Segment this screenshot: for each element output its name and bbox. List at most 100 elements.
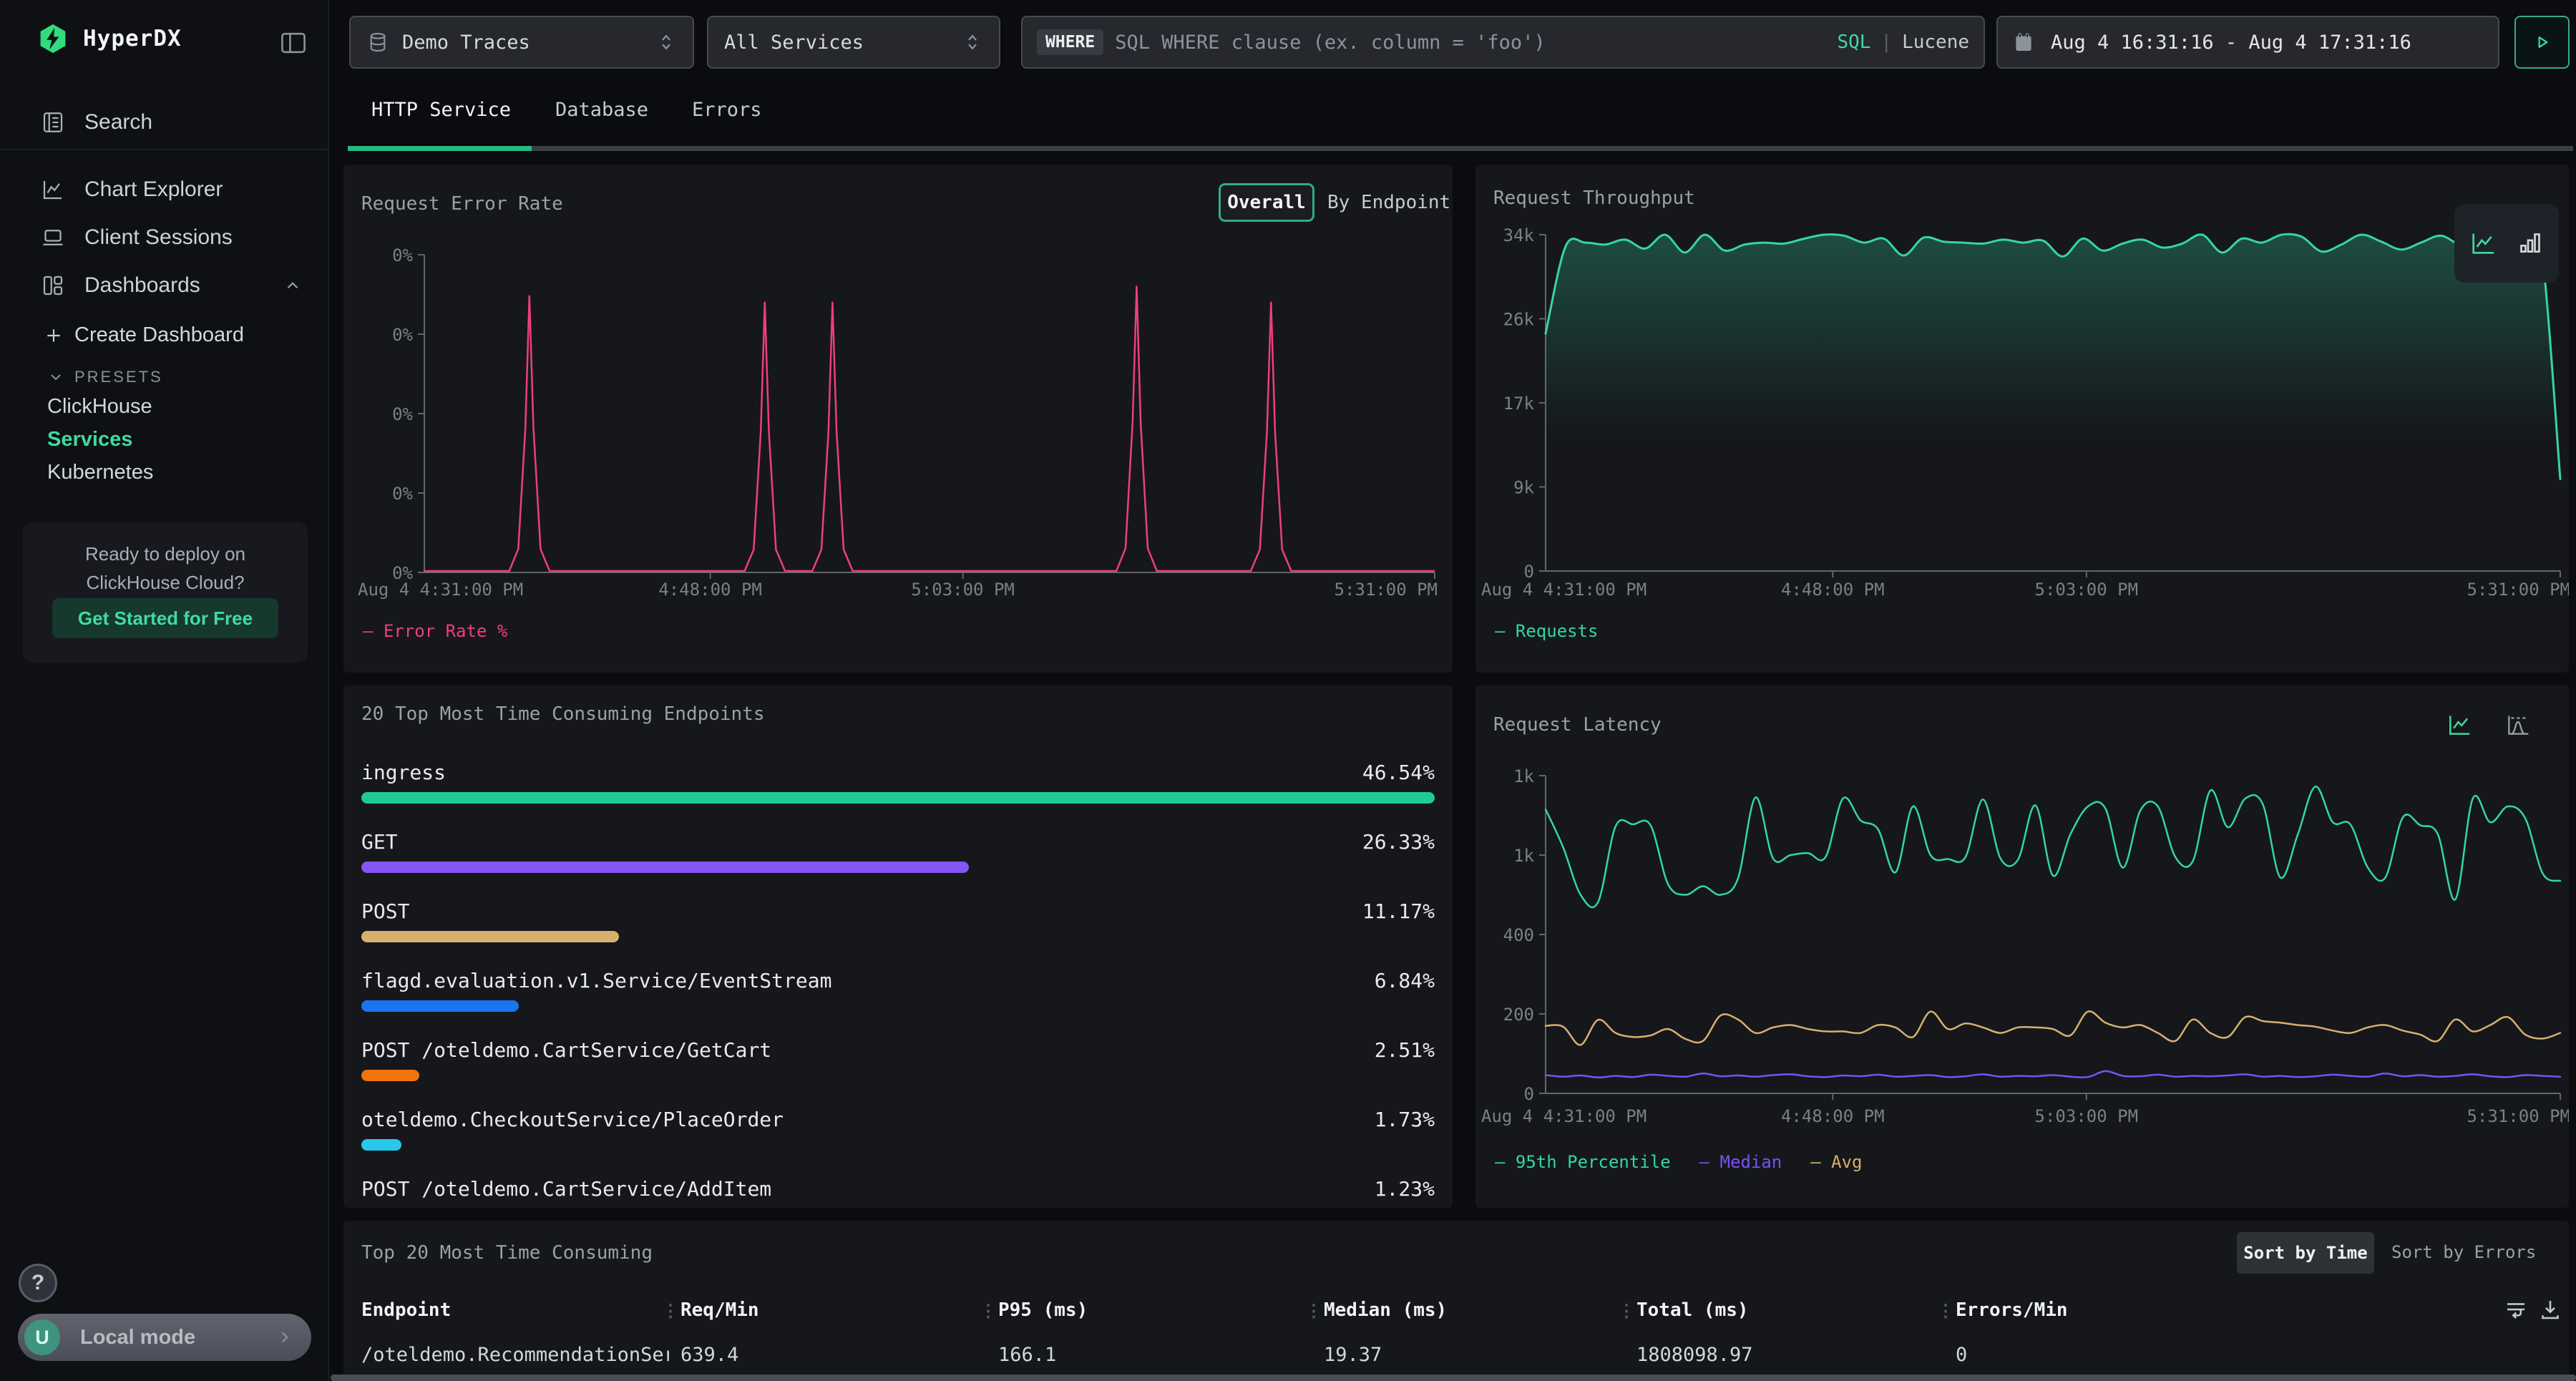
download-icon[interactable] [2537,1297,2563,1322]
column-header-endpoint[interactable]: Endpoint [361,1299,451,1321]
endpoint-label: ingress [361,761,446,784]
column-header-median[interactable]: Median (ms) [1324,1299,1447,1321]
svg-text:1k: 1k [1513,846,1534,866]
sidebar-item-kubernetes[interactable]: Kubernetes [47,461,153,484]
svg-text:34k: 34k [1503,225,1535,245]
endpoint-row[interactable]: GET26.33% [361,829,1435,873]
sidebar-item-label: Search [84,110,152,135]
table-cell-median: 19.37 [1324,1344,1382,1366]
bar-chart-icon[interactable] [2516,229,2545,258]
request-latency-panel: Request Latency 1k1k4002000Aug 4 4:31:00… [1475,685,2569,1208]
endpoint-label: flagd.evaluation.v1.Service/EventStream [361,969,831,992]
logo-text: HyperDX [83,26,182,52]
svg-text:Aug 4 4:31:00 PM: Aug 4 4:31:00 PM [1481,580,1646,600]
svg-text:5:03:00 PM: 5:03:00 PM [911,580,1015,600]
help-button[interactable]: ? [19,1264,57,1302]
sidebar-collapse-icon[interactable] [278,27,309,59]
endpoint-percentage: 46.54% [1362,761,1435,784]
legend-item[interactable]: — Median [1699,1152,1782,1172]
sidebar-item-chart-explorer[interactable]: Chart Explorer [0,172,329,208]
hyperdx-logo-icon [37,23,69,54]
column-header-total[interactable]: Total (ms) [1636,1299,1749,1321]
svg-text:4:48:00 PM: 4:48:00 PM [658,580,761,600]
legend-item[interactable]: — Error Rate % [363,621,507,641]
endpoint-row[interactable]: flagd.evaluation.v1.Service/EventStream 6… [361,967,1435,1012]
endpoint-label: POST /oteldemo.CartService/GetCart [361,1038,771,1062]
svg-text:26k: 26k [1503,310,1535,330]
svg-text:0%: 0% [392,404,413,424]
tab-errors[interactable]: Errors [692,99,762,121]
legend-item[interactable]: — 95th Percentile [1495,1152,1671,1172]
tab-database[interactable]: Database [555,99,648,121]
sidebar-item-label: Chart Explorer [84,177,223,202]
lucene-toggle[interactable]: Lucene [1902,31,1969,53]
select-chevrons-icon [655,31,677,53]
sidebar-item-dashboards[interactable]: Dashboards [0,268,329,303]
throughput-chart[interactable]: 34k26k17k9k0Aug 4 4:31:00 PM4:48:00 PM5:… [1475,165,2569,673]
source-select[interactable]: Demo Traces [349,16,694,69]
service-select[interactable]: All Services [707,16,1000,69]
clickhouse-cloud-promo: Ready to deploy on ClickHouse Cloud? Get… [23,522,308,663]
logo[interactable]: HyperDX [37,23,182,54]
endpoint-bar [361,1139,401,1151]
tab-divider [532,146,2573,151]
svg-text:0%: 0% [392,484,413,504]
time-range-picker[interactable]: Aug 4 16:31:16 - Aug 4 17:31:16 [1996,16,2499,69]
table-cell-errors-min: 0 [1956,1344,1967,1366]
endpoint-row[interactable]: ingress 46.54% [361,759,1435,804]
sidebar-item-label: Client Sessions [84,225,233,250]
endpoint-row[interactable]: oteldemo.CheckoutService/PlaceOrder1.73% [361,1106,1435,1151]
chevron-right-icon [275,1328,294,1347]
line-chart-icon[interactable] [2469,229,2497,258]
svg-text:5:03:00 PM: 5:03:00 PM [2035,580,2139,600]
sql-toggle[interactable]: SQL [1837,31,1870,53]
service-select-value: All Services [724,31,864,54]
where-clause-searchbar[interactable]: WHERE SQL | Lucene [1021,16,1985,69]
endpoint-row[interactable]: POST /oteldemo.CartService/AddItem1.23% [361,1176,1435,1208]
search-input[interactable] [1115,31,1837,54]
panel-title: 20 Top Most Time Consuming Endpoints [361,703,1435,725]
latency-chart[interactable]: 1k1k4002000Aug 4 4:31:00 PM4:48:00 PM5:0… [1475,685,2569,1208]
user-mode-label: Local mode [80,1326,195,1350]
column-header-p95[interactable]: P95 (ms) [998,1299,1088,1321]
top-endpoints-panel: 20 Top Most Time Consuming Endpoints ing… [343,685,1453,1208]
sidebar: HyperDX Search Chart Explorer Clie [0,0,329,1381]
presets-toggle[interactable]: PRESETS [47,368,163,386]
calendar-icon [2012,31,2035,54]
column-header-req-min[interactable]: Req/Min [680,1299,759,1321]
run-query-button[interactable] [2514,16,2570,69]
endpoint-percentage: 1.23% [1375,1177,1435,1201]
svg-text:0: 0 [1524,562,1534,582]
sidebar-item-client-sessions[interactable]: Client Sessions [0,220,329,255]
sort-by-errors-button[interactable]: Sort by Errors [2391,1242,2536,1262]
user-menu[interactable]: U Local mode [18,1314,311,1361]
sidebar-item-clickhouse[interactable]: ClickHouse [47,395,152,419]
chevron-down-icon [47,369,64,386]
sidebar-item-services[interactable]: Services [47,428,132,452]
request-throughput-panel: Request Throughput 34k26k17k9k0Aug 4 4:3… [1475,165,2569,673]
horizontal-scrollbar[interactable] [331,1375,2576,1381]
wrap-lines-icon[interactable] [2503,1297,2529,1322]
sort-by-time-button[interactable]: Sort by Time [2237,1232,2374,1274]
endpoint-row[interactable]: POST /oteldemo.CartService/GetCart 2.51% [361,1037,1435,1081]
create-dashboard-button[interactable]: Create Dashboard [44,323,244,347]
endpoint-bar [361,1000,519,1012]
tab-http-service[interactable]: HTTP Service [371,99,511,121]
table-cell-req-min: 639.4 [680,1344,738,1366]
chart-legend: — Requests [1495,621,1599,641]
sidebar-item-search[interactable]: Search [0,104,329,140]
svg-text:400: 400 [1503,925,1534,945]
legend-item[interactable]: — Avg [1810,1152,1862,1172]
endpoint-bar [361,862,969,873]
endpoint-row[interactable]: POST11.17% [361,898,1435,942]
endpoint-percentage: 2.51% [1375,1038,1435,1062]
top-time-consuming-table-panel: Top 20 Most Time Consuming Sort by Time … [343,1221,2569,1381]
error-rate-chart[interactable]: 0%0%0%0%0%Aug 4 4:31:00 PM4:48:00 PM5:03… [343,165,1453,673]
legend-item[interactable]: — Requests [1495,621,1599,641]
svg-text:1k: 1k [1513,766,1534,786]
column-header-errors-min[interactable]: Errors/Min [1956,1299,2068,1321]
select-chevrons-icon [962,31,983,53]
get-started-button[interactable]: Get Started for Free [52,598,278,638]
table-cell-endpoint[interactable]: /oteldemo.RecommendationServ [361,1344,669,1366]
endpoint-percentage: 6.84% [1375,969,1435,992]
